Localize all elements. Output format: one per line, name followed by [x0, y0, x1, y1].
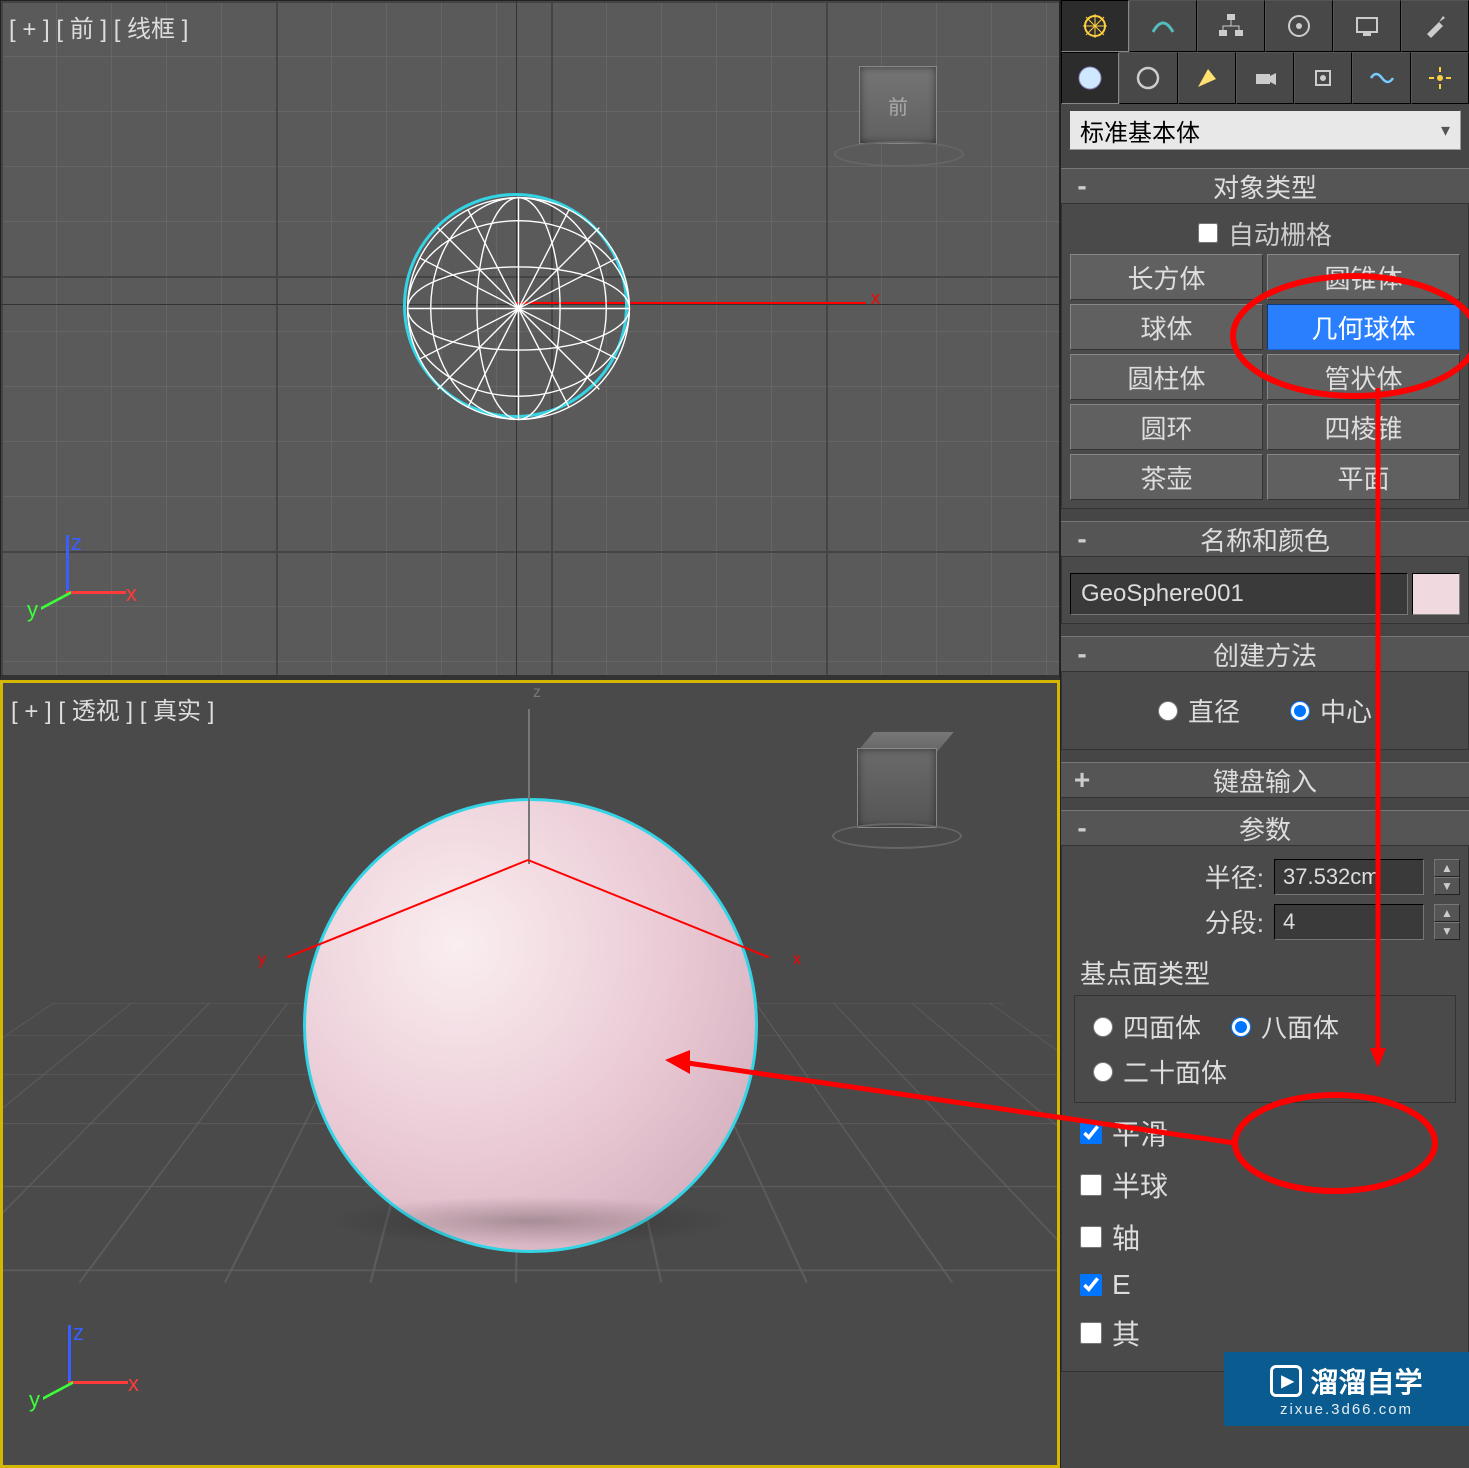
smooth-checkbox[interactable] [1080, 1122, 1102, 1144]
box-button[interactable]: 长方体 [1070, 254, 1263, 300]
play-icon [1270, 1365, 1302, 1397]
rollout-creation-method[interactable]: - 创建方法 [1061, 636, 1469, 672]
create-subtype-tabs [1061, 52, 1469, 104]
helpers-tab[interactable] [1294, 52, 1352, 104]
hierarchy-tab[interactable] [1197, 0, 1265, 52]
cone-button[interactable]: 圆锥体 [1267, 254, 1460, 300]
viewcube-front[interactable]: 前 [829, 46, 969, 186]
viewcube-persp[interactable] [827, 728, 967, 868]
create-tab[interactable] [1061, 0, 1129, 52]
collapse-icon: - [1061, 170, 1103, 202]
spacewarps-tab[interactable] [1352, 52, 1410, 104]
category-dropdown[interactable]: 标准基本体 ▾ [1069, 110, 1461, 150]
viewport-label-persp[interactable]: [ + ] [ 透视 ] [ 真实 ] [11, 691, 214, 726]
viewport-front[interactable]: x [ + ] [ 前 ] [ 线框 ] [0, 0, 1060, 680]
segments-input[interactable] [1274, 904, 1424, 940]
utilities-tab[interactable] [1401, 0, 1469, 52]
shapes-tab[interactable] [1119, 52, 1177, 104]
rollout-name-color[interactable]: - 名称和颜色 [1061, 521, 1469, 557]
radius-input[interactable] [1274, 859, 1424, 895]
auto-grid-checkbox[interactable] [1198, 223, 1218, 243]
geosphere-wireframe[interactable] [403, 193, 628, 418]
axis-indicator-persp: z x y [33, 1325, 143, 1435]
radius-spinner[interactable]: ▲▼ [1434, 859, 1460, 895]
lights-tab[interactable] [1178, 52, 1236, 104]
panel-main-tabs [1061, 0, 1469, 52]
axis-checkbox[interactable] [1080, 1226, 1102, 1248]
viewport-label-front[interactable]: [ + ] [ 前 ] [ 线框 ] [9, 9, 188, 44]
object-color-swatch[interactable] [1412, 573, 1460, 615]
tube-button[interactable]: 管状体 [1267, 354, 1460, 400]
cameras-tab[interactable] [1236, 52, 1294, 104]
octa-radio[interactable] [1231, 1017, 1251, 1037]
plane-button[interactable]: 平面 [1267, 454, 1460, 500]
pyramid-button[interactable]: 四棱锥 [1267, 404, 1460, 450]
e-checkbox[interactable] [1080, 1274, 1102, 1296]
display-tab[interactable] [1333, 0, 1401, 52]
rollout-keyboard-entry[interactable]: + 键盘输入 [1061, 762, 1469, 798]
viewport-perspective[interactable]: [ + ] [ 透视 ] [ 真实 ] z x y z x y [0, 680, 1060, 1468]
axis-x-marker: x [871, 288, 880, 309]
geodesic-base-group: 四面体 八面体 二十面体 [1074, 995, 1456, 1103]
last-checkbox[interactable] [1080, 1322, 1102, 1344]
center-radio[interactable] [1290, 701, 1310, 721]
torus-button[interactable]: 圆环 [1070, 404, 1263, 450]
geometry-tab[interactable] [1061, 52, 1119, 104]
systems-tab[interactable] [1411, 52, 1469, 104]
sphere-button[interactable]: 球体 [1070, 304, 1263, 350]
segments-spinner[interactable]: ▲▼ [1434, 904, 1460, 940]
command-panel: 标准基本体 ▾ - 对象类型 自动栅格 长方体 圆锥体 球体 几何球体 圆柱体 … [1060, 0, 1469, 1468]
modify-tab[interactable] [1129, 0, 1197, 52]
motion-tab[interactable] [1265, 0, 1333, 52]
hemisphere-checkbox[interactable] [1080, 1174, 1102, 1196]
icosa-radio[interactable] [1093, 1062, 1113, 1082]
watermark: 溜溜自学 zixue.3d66.com [1224, 1352, 1469, 1426]
rollout-parameters[interactable]: - 参数 [1061, 810, 1469, 846]
axis-indicator-front: z x y [31, 535, 141, 645]
rollout-object-type[interactable]: - 对象类型 [1061, 168, 1469, 204]
geosphere-button[interactable]: 几何球体 [1267, 304, 1460, 350]
teapot-button[interactable]: 茶壶 [1070, 454, 1263, 500]
geosphere-shaded[interactable] [303, 798, 758, 1253]
object-name-input[interactable] [1070, 573, 1408, 615]
tetra-radio[interactable] [1093, 1017, 1113, 1037]
chevron-down-icon: ▾ [1441, 120, 1450, 141]
cylinder-button[interactable]: 圆柱体 [1070, 354, 1263, 400]
diameter-radio[interactable] [1158, 701, 1178, 721]
